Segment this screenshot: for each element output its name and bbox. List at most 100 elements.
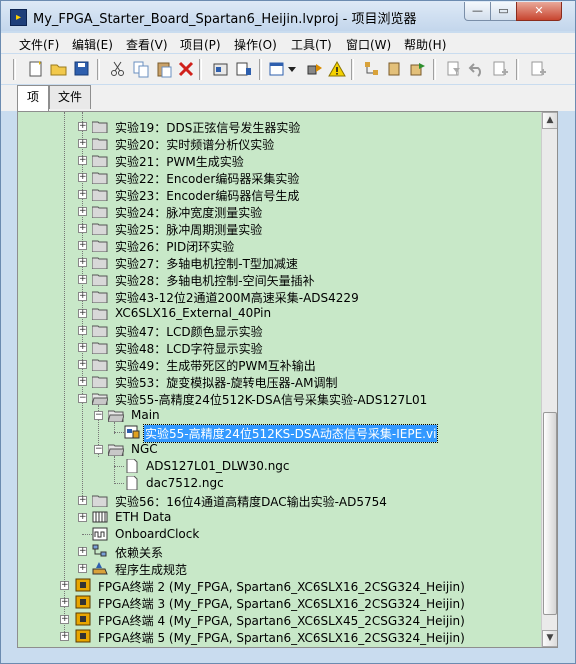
tree-item-exp26[interactable]: + 实验26：PID闭环实验 xyxy=(18,237,538,254)
refresh-files-icon[interactable] xyxy=(409,60,427,78)
build-icon[interactable] xyxy=(235,60,253,78)
file-group-icon[interactable] xyxy=(386,60,404,78)
expand-toggle[interactable]: + xyxy=(78,547,87,556)
expand-toggle[interactable]: + xyxy=(78,156,87,165)
menu-view[interactable]: 查看(V) xyxy=(126,36,168,53)
expand-toggle[interactable]: + xyxy=(78,258,87,267)
tree-item-exp48[interactable]: + 实验48：LCD字符显示实验 xyxy=(18,339,538,356)
copy-icon[interactable] xyxy=(132,60,150,78)
title-bar[interactable]: ▸ My_FPGA_Starter_Board_Spartan6_Heijin.… xyxy=(1,1,575,31)
tree-item-exp20[interactable]: + 实验20：实时频谱分析仪实验 xyxy=(18,135,538,152)
delete-icon[interactable] xyxy=(177,60,195,78)
expand-toggle[interactable]: + xyxy=(78,496,87,505)
expand-toggle[interactable]: + xyxy=(78,173,87,182)
hierarchy-icon[interactable] xyxy=(363,60,381,78)
tree-item-xc6slx16-external[interactable]: + XC6SLX16_External_40Pin xyxy=(18,305,538,322)
tree-item-exp24[interactable]: + 实验24：脉冲宽度测量实验 xyxy=(18,203,538,220)
tree-item-exp55[interactable]: − 实验55-高精度24位512K-DSA信号采集实验-ADS127L01 xyxy=(18,390,538,407)
collapse-toggle[interactable]: − xyxy=(94,445,103,454)
expand-toggle[interactable]: + xyxy=(60,598,69,607)
menu-edit[interactable]: 编辑(E) xyxy=(72,36,113,53)
tree-item-ngc-file[interactable]: dac7512.ngc xyxy=(18,475,538,492)
close-button[interactable]: ✕ xyxy=(516,2,562,21)
expand-toggle[interactable]: + xyxy=(78,292,87,301)
tree-item-dependencies[interactable]: + 依赖关系 xyxy=(18,543,538,560)
tree-item-exp56[interactable]: + 实验56：16位4通道高精度DAC输出实验-AD5754 xyxy=(18,492,538,509)
expand-toggle[interactable]: + xyxy=(78,564,87,573)
paste-icon[interactable] xyxy=(155,60,173,78)
minimize-button[interactable]: — xyxy=(464,2,491,21)
tree-item-exp53[interactable]: + 实验53：旋变模拟器-旋转电压器-AM调制 xyxy=(18,373,538,390)
tree-item-exp25[interactable]: + 实验25：脉冲周期测量实验 xyxy=(18,220,538,237)
menu-operate[interactable]: 操作(O) xyxy=(234,36,277,53)
tree-item-eth-data[interactable]: + ETH Data xyxy=(18,509,538,526)
menu-help[interactable]: 帮助(H) xyxy=(404,36,446,53)
tree-item-main-vi[interactable]: 实验55-高精度24位512KS-DSA动态信号采集-IEPE.vi xyxy=(18,424,538,443)
expand-toggle[interactable]: + xyxy=(78,343,87,352)
tab-items[interactable]: 项 xyxy=(17,85,49,111)
menu-project[interactable]: 项目(P) xyxy=(180,36,221,53)
dropdown-arrow-icon[interactable] xyxy=(287,60,297,78)
expand-toggle[interactable]: + xyxy=(60,581,69,590)
tree-item-exp27[interactable]: + 实验27：多轴电机控制-T型加减速 xyxy=(18,254,538,271)
new-item-icon[interactable] xyxy=(529,60,547,78)
expand-toggle[interactable]: + xyxy=(78,326,87,335)
tree-item-exp47[interactable]: + 实验47：LCD颜色显示实验 xyxy=(18,322,538,339)
tree-item-exp49[interactable]: + 实验49：生成带死区的PWM互补输出 xyxy=(18,356,538,373)
maximize-button[interactable]: ▭ xyxy=(490,2,517,21)
tree-item-main[interactable]: − Main xyxy=(18,407,538,424)
tree-item-exp21[interactable]: + 实验21：PWM生成实验 xyxy=(18,152,538,169)
scroll-up-button[interactable]: ▲ xyxy=(542,112,557,129)
new-icon[interactable] xyxy=(27,60,45,78)
expand-toggle[interactable]: + xyxy=(78,360,87,369)
open-folder-icon[interactable] xyxy=(50,60,68,78)
tree-item-exp28[interactable]: + 实验28：多轴电机控制-空间矢量插补 xyxy=(18,271,538,288)
tree-item-ngc-file[interactable]: ADS127L01_DLW30.ngc xyxy=(18,458,538,475)
expand-toggle[interactable]: + xyxy=(78,207,87,216)
tree-item-exp19[interactable]: + 实验19：DDS正弦信号发生器实验 xyxy=(18,118,538,135)
tab-files[interactable]: 文件 xyxy=(49,85,91,109)
menu-file[interactable]: 文件(F) xyxy=(19,36,59,53)
collapse-toggle[interactable]: − xyxy=(94,411,103,420)
collapse-toggle[interactable]: − xyxy=(78,394,87,403)
tree-item-fpga-target-2[interactable]: + FPGA终端 2 (My_FPGA, Spartan6_XC6SLX16_2… xyxy=(18,577,538,594)
folder-icon xyxy=(92,155,108,167)
expand-toggle[interactable]: + xyxy=(78,309,87,318)
add-item-icon[interactable] xyxy=(491,60,509,78)
expand-toggle[interactable]: + xyxy=(78,224,87,233)
tree-item-exp22[interactable]: + 实验22：Encoder编码器采集实验 xyxy=(18,169,538,186)
open-folder-icon xyxy=(108,444,124,456)
scroll-down-button[interactable]: ▼ xyxy=(542,630,557,647)
tree-item-fpga-target-4[interactable]: + FPGA终端 4 (My_FPGA, Spartan6_XC6SLX45_2… xyxy=(18,611,538,628)
tree-item-exp23[interactable]: + 实验23：Encoder编码器信号生成 xyxy=(18,186,538,203)
tree-item-onboard-clock[interactable]: OnboardClock xyxy=(18,526,538,543)
expand-toggle[interactable]: + xyxy=(78,275,87,284)
fifo-icon xyxy=(92,511,108,523)
warning-icon[interactable] xyxy=(328,60,346,78)
menu-window[interactable]: 窗口(W) xyxy=(346,36,391,53)
scroll-thumb[interactable] xyxy=(543,412,557,615)
tree-item-fpga-target-5[interactable]: + FPGA终端 5 (My_FPGA, Spartan6_XC6SLX16_2… xyxy=(18,628,538,645)
filter-icon[interactable] xyxy=(445,60,463,78)
expand-toggle[interactable]: + xyxy=(78,377,87,386)
undo-icon[interactable] xyxy=(468,60,486,78)
tree-item-ngc[interactable]: − NGC xyxy=(18,441,538,458)
tree-item-fpga-target-3[interactable]: + FPGA终端 3 (My_FPGA, Spartan6_XC6SLX16_2… xyxy=(18,594,538,611)
tree-item-label: 实验56：16位4通道高精度DAC输出实验-AD5754 xyxy=(115,495,387,509)
expand-toggle[interactable]: + xyxy=(78,241,87,250)
cut-icon[interactable] xyxy=(109,60,127,78)
tree-item-exp43[interactable]: + 实验43-12位2通道200M高速采集-ADS4229 xyxy=(18,288,538,305)
project-properties-icon[interactable] xyxy=(212,60,230,78)
view-layout-icon[interactable] xyxy=(269,60,287,78)
expand-toggle[interactable]: + xyxy=(78,139,87,148)
expand-toggle[interactable]: + xyxy=(78,122,87,131)
vertical-scrollbar[interactable]: ▲ ▼ xyxy=(541,112,557,647)
expand-toggle[interactable]: + xyxy=(60,615,69,624)
expand-toggle[interactable]: + xyxy=(78,513,87,522)
expand-toggle[interactable]: + xyxy=(78,190,87,199)
deploy-icon[interactable] xyxy=(306,60,324,78)
save-all-icon[interactable] xyxy=(73,60,91,78)
tree-item-build-specs[interactable]: + 程序生成规范 xyxy=(18,560,538,577)
menu-tools[interactable]: 工具(T) xyxy=(291,36,332,53)
expand-toggle[interactable]: + xyxy=(60,632,69,641)
